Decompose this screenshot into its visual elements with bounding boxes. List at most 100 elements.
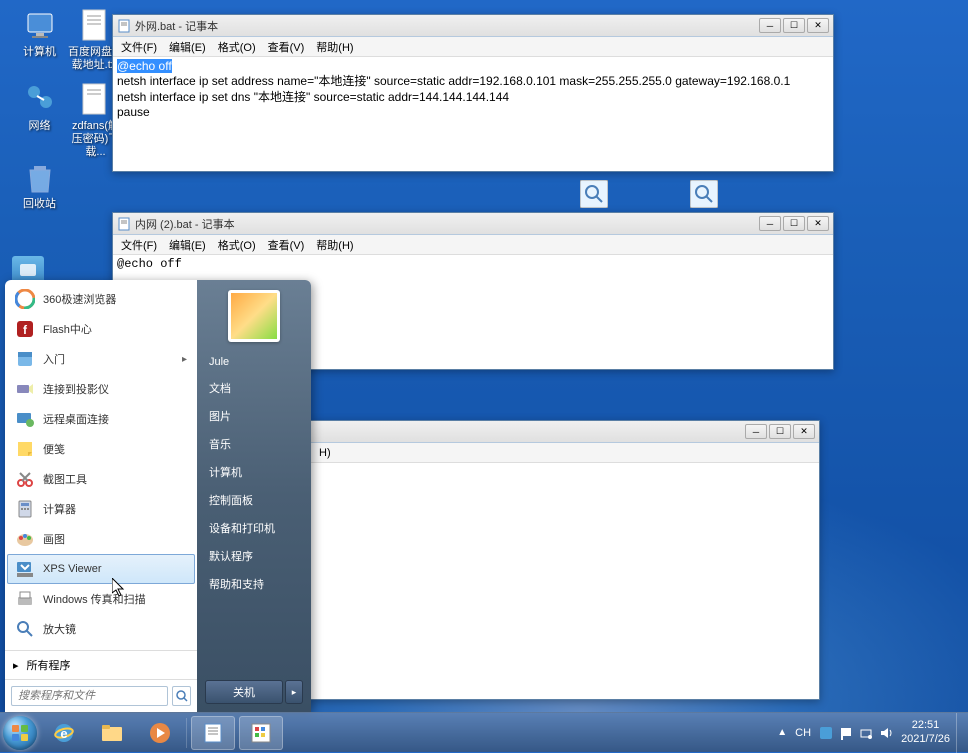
menu-help[interactable]: 帮助(H) [312, 235, 357, 255]
svg-text:e: e [60, 726, 67, 741]
menu-view[interactable]: 查看(V) [264, 235, 309, 255]
snipping-icon [15, 469, 35, 489]
notepad-icon [117, 19, 131, 33]
rdp-icon [15, 409, 35, 429]
right-item-controlpanel[interactable]: 控制面板 [197, 486, 311, 514]
menubar: H) [311, 443, 819, 463]
start-menu-right: Jule 文档 图片 音乐 计算机 控制面板 设备和打印机 默认程序 帮助和支持… [197, 280, 311, 712]
menu-format[interactable]: 格式(O) [214, 37, 260, 57]
desktop-icon-computer[interactable]: 计算机 [12, 8, 67, 59]
tray-clock[interactable]: 22:51 2021/7/26 [901, 719, 950, 745]
sticky-notes-icon [15, 439, 35, 459]
fax-icon [15, 589, 35, 609]
maximize-button[interactable]: ☐ [783, 18, 805, 33]
shutdown-button[interactable]: 关机 [205, 680, 283, 704]
notepad-window-1[interactable]: 外网.bat - 记事本 ─ ☐ ✕ 文件(F) 编辑(E) 格式(O) 查看(… [112, 14, 834, 172]
minimize-button[interactable]: ─ [745, 424, 767, 439]
menu-edit[interactable]: 编辑(E) [165, 235, 210, 255]
taskbar-explorer[interactable] [90, 716, 134, 750]
menu-help[interactable]: 帮助(H) [312, 37, 357, 57]
tray-language[interactable]: CH [795, 727, 811, 739]
desktop-label: 回收站 [12, 198, 67, 211]
start-item-flash[interactable]: fFlash中心 [7, 314, 195, 344]
close-button[interactable]: ✕ [807, 18, 829, 33]
shutdown-options-button[interactable]: ▸ [285, 680, 303, 704]
tray-network-icon[interactable] [859, 726, 873, 740]
all-programs-button[interactable]: ▸ 所有程序 [5, 650, 197, 679]
search-button[interactable] [172, 686, 191, 706]
desktop-icon-recycle[interactable]: 回收站 [12, 160, 67, 211]
tray-security-icon[interactable] [819, 726, 833, 740]
start-item-snipping[interactable]: 截图工具 [7, 464, 195, 494]
close-button[interactable]: ✕ [793, 424, 815, 439]
right-item-pictures[interactable]: 图片 [197, 402, 311, 430]
notepad-window-3[interactable]: ─ ☐ ✕ H) [310, 420, 820, 700]
start-item-360browser[interactable]: 360极速浏览器 [7, 284, 195, 314]
selected-text: @echo off [117, 59, 172, 73]
taskbar-paint[interactable] [239, 716, 283, 750]
right-item-music[interactable]: 音乐 [197, 430, 311, 458]
background-icon[interactable] [690, 180, 718, 208]
titlebar[interactable]: 内网 (2).bat - 记事本 ─ ☐ ✕ [113, 213, 833, 235]
start-item-projector[interactable]: 连接到投影仪 [7, 374, 195, 404]
start-item-magnifier[interactable]: 放大镜 [7, 614, 195, 644]
desktop-label: 网络 [12, 120, 67, 133]
start-item-calculator[interactable]: 计算器 [7, 494, 195, 524]
notepad-icon [117, 217, 131, 231]
right-item-computer[interactable]: 计算机 [197, 458, 311, 486]
tray-flag-icon[interactable] [839, 726, 853, 740]
projector-icon [15, 379, 35, 399]
menu-file[interactable]: 文件(F) [117, 37, 161, 57]
menu-edit[interactable]: 编辑(E) [165, 37, 210, 57]
menubar: 文件(F) 编辑(E) 格式(O) 查看(V) 帮助(H) [113, 37, 833, 57]
magnifier-icon [15, 619, 35, 639]
desktop-icon-network[interactable]: 网络 [12, 82, 67, 133]
minimize-button[interactable]: ─ [759, 18, 781, 33]
show-desktop-button[interactable] [956, 713, 968, 753]
start-item-rdp[interactable]: 远程桌面连接 [7, 404, 195, 434]
start-button[interactable] [0, 713, 40, 753]
menu-format[interactable]: 格式(O) [214, 235, 260, 255]
search-input[interactable] [11, 686, 168, 706]
taskbar-notepad-group[interactable] [191, 716, 235, 750]
taskbar-ie[interactable]: e [42, 716, 86, 750]
notepad-content[interactable] [311, 463, 819, 699]
xps-icon [15, 559, 35, 579]
start-item-fax[interactable]: Windows 传真和扫描 [7, 584, 195, 614]
flash-icon: f [15, 319, 35, 339]
taskbar: e ▲ CH 22:51 2021/7/26 [0, 712, 968, 752]
right-item-user[interactable]: Jule [197, 350, 311, 374]
titlebar[interactable]: ─ ☐ ✕ [311, 421, 819, 443]
start-item-sticky[interactable]: 便笺 [7, 434, 195, 464]
tray-volume-icon[interactable] [879, 726, 893, 740]
maximize-button[interactable]: ☐ [783, 216, 805, 231]
start-search-row [5, 679, 197, 712]
browser-icon [15, 289, 35, 309]
close-button[interactable]: ✕ [807, 216, 829, 231]
menu-file[interactable]: 文件(F) [117, 235, 161, 255]
start-item-getting-started[interactable]: 入门▸ [7, 344, 195, 374]
maximize-button[interactable]: ☐ [769, 424, 791, 439]
start-item-xps[interactable]: XPS Viewer [7, 554, 195, 584]
paint-icon [15, 529, 35, 549]
right-item-documents[interactable]: 文档 [197, 374, 311, 402]
taskbar-wmp[interactable] [138, 716, 182, 750]
right-item-defaults[interactable]: 默认程序 [197, 542, 311, 570]
menubar: 文件(F) 编辑(E) 格式(O) 查看(V) 帮助(H) [113, 235, 833, 255]
window-title: 外网.bat - 记事本 [135, 18, 759, 34]
submenu-arrow-icon: ▸ [182, 354, 187, 365]
system-tray: ▲ CH 22:51 2021/7/26 [771, 719, 956, 745]
titlebar[interactable]: 外网.bat - 记事本 ─ ☐ ✕ [113, 15, 833, 37]
calculator-icon [15, 499, 35, 519]
notepad-content[interactable]: @echo off netsh interface ip set address… [113, 57, 833, 171]
right-item-devices[interactable]: 设备和打印机 [197, 514, 311, 542]
menu-partial[interactable]: H) [315, 445, 335, 461]
tray-expand-icon[interactable]: ▲ [777, 727, 787, 738]
right-item-help[interactable]: 帮助和支持 [197, 570, 311, 598]
user-picture[interactable] [228, 290, 280, 342]
start-item-paint[interactable]: 画图 [7, 524, 195, 554]
background-icon[interactable] [580, 180, 608, 208]
menu-view[interactable]: 查看(V) [264, 37, 309, 57]
start-menu-left: 360极速浏览器 fFlash中心 入门▸ 连接到投影仪 远程桌面连接 便笺 截… [5, 280, 197, 712]
minimize-button[interactable]: ─ [759, 216, 781, 231]
